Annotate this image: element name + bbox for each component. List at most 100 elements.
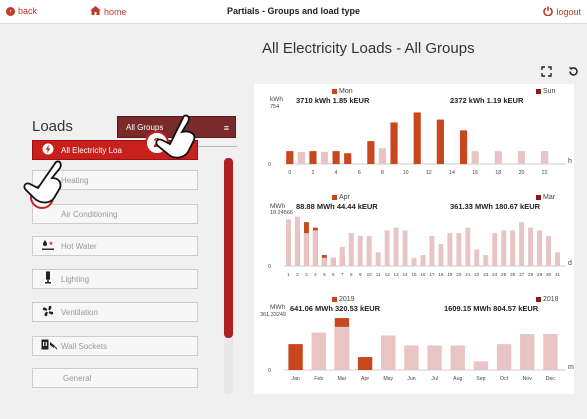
x-tick-label: 16 [472,170,478,176]
bar-previous[interactable] [411,257,417,266]
bar-previous[interactable] [541,151,549,164]
bar-previous[interactable] [366,235,372,266]
bar-previous[interactable] [501,230,507,266]
bar-previous[interactable] [294,216,300,266]
bar-previous[interactable] [393,227,399,266]
x-tick-label: 24 [492,272,498,277]
bar-previous[interactable] [510,230,516,266]
lamp-icon [41,271,55,287]
x-tick-label: 11 [376,272,381,277]
x-tick-label: 10 [367,272,373,277]
bar-current[interactable] [367,141,375,164]
x-tick-label: 14 [449,170,455,176]
bar-previous[interactable] [334,326,350,370]
bar-current[interactable] [288,344,303,370]
chart-monthly-plot: 0 Jan Feb Mar Apr May Jun Jul Aug Sep Oct Nov Dec [268,318,566,382]
load-item-general[interactable]: General [32,368,198,388]
refresh-icon[interactable] [568,66,579,80]
bar-previous[interactable] [339,246,345,266]
x-tick-label: 26 [510,272,516,277]
bar-previous[interactable] [321,257,327,266]
pointer-hand-icon [23,160,62,204]
x-tick-label: 23 [483,272,489,277]
bar-previous[interactable] [357,235,363,266]
bar-previous[interactable] [471,151,479,164]
bar-current[interactable] [344,153,352,164]
bar-previous[interactable] [456,233,462,266]
x-tick-label: 22 [474,272,480,277]
fullscreen-icon[interactable] [541,66,552,80]
bar-previous[interactable] [473,361,489,370]
bar-current[interactable] [286,151,294,164]
load-item-hot-water[interactable]: Hot Water [32,236,198,256]
x-tick-label: 7 [341,272,344,277]
bar-current[interactable] [436,119,444,164]
bar-previous[interactable] [378,148,387,164]
bar-previous[interactable] [494,151,502,164]
hamburger-icon: ≡ [223,123,229,133]
load-item-wall-sockets[interactable]: Wall Sockets [32,336,198,356]
x-tick-label: 14 [403,272,409,277]
x-tick-label: Aug [453,376,462,382]
bar-previous[interactable] [427,345,442,370]
load-item-ventilation[interactable]: Ventilation [32,302,198,322]
x-tick-label: 15 [411,272,417,277]
bar-previous[interactable] [546,235,552,266]
logout-button[interactable]: logout [543,6,581,18]
bar-previous[interactable] [420,255,426,266]
x-tick-label: 21 [465,272,471,277]
bar-current[interactable] [413,112,421,164]
x-tick-label: Dec [546,376,556,382]
bar-previous[interactable] [496,344,512,370]
bar-previous[interactable] [348,233,354,266]
bar-previous[interactable] [447,233,453,266]
bar-previous[interactable] [311,332,326,370]
bar-previous[interactable] [312,230,318,266]
bar-previous[interactable] [450,345,465,370]
bar-previous[interactable] [537,230,543,266]
load-item-lighting[interactable]: Lighting [32,269,198,289]
bar-current[interactable] [357,357,373,370]
bar-previous[interactable] [330,257,336,266]
bar-previous[interactable] [483,255,489,266]
bar-current[interactable] [309,151,317,164]
bar-current[interactable] [390,122,398,164]
y-zero-label: 0 [268,162,271,168]
x-tick-label: 2 [312,170,315,176]
y-zero-label: 0 [268,368,271,374]
load-item-label: Wall Sockets [61,341,107,351]
bar-previous[interactable] [520,334,535,370]
bar-previous[interactable] [474,249,480,266]
bar-previous[interactable] [381,335,396,370]
bar-previous[interactable] [404,345,419,370]
bar-previous[interactable] [320,151,329,164]
loads-title: Loads [32,118,73,135]
x-tick-label: Nov [523,376,533,382]
bar-previous[interactable] [438,244,444,266]
bar-previous[interactable] [303,233,309,266]
load-item-label: Air Conditioning [61,209,118,219]
fan-icon [41,304,55,321]
bar-previous[interactable] [517,151,526,164]
bar-previous[interactable] [429,235,435,266]
bar-previous[interactable] [297,151,305,164]
bar-previous[interactable] [375,252,381,266]
x-tick-label: Jan [291,376,299,382]
top-bar: ‹ back home Partials - Groups and load t… [0,0,587,24]
bar-previous[interactable] [384,230,390,266]
loads-scrollbar-thumb[interactable] [224,158,233,338]
bar-previous[interactable] [519,222,525,266]
x-tick-label: Mar [337,376,346,382]
bar-current[interactable] [459,130,468,164]
x-tick-label: 17 [429,272,435,277]
x-tick-label: Jul [431,376,438,382]
bar-current[interactable] [332,151,340,164]
bar-previous[interactable] [402,230,408,266]
bar-previous[interactable] [465,227,471,266]
bar-previous[interactable] [492,233,498,266]
bar-previous[interactable] [528,227,534,266]
bar-previous[interactable] [286,219,291,266]
x-tick-label: 16 [420,272,426,277]
bar-previous[interactable] [555,252,560,266]
bar-previous[interactable] [543,334,558,370]
